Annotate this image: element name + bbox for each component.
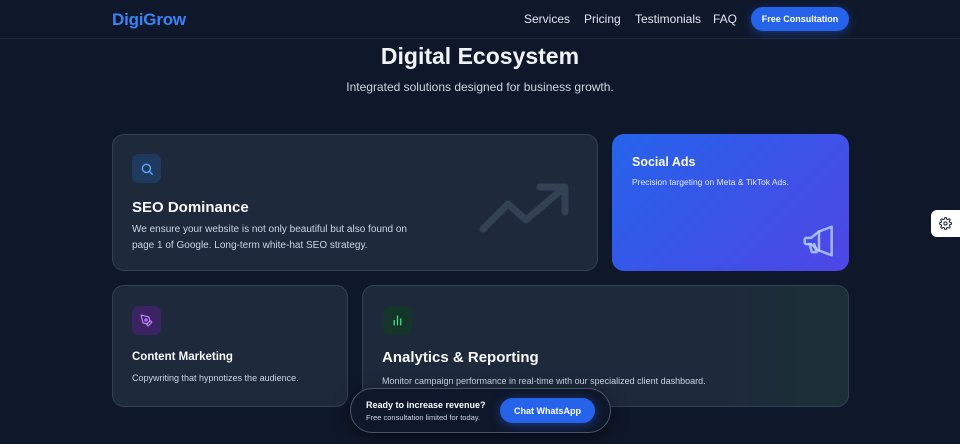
- social-ads-card-description: Precision targeting on Meta & TikTok Ads…: [632, 177, 789, 187]
- trend-up-icon: [479, 183, 569, 233]
- cta-bar-title: Ready to increase revenue?: [366, 400, 486, 410]
- free-consultation-button[interactable]: Free Consultation: [751, 7, 849, 31]
- seo-icon-box: [132, 154, 161, 183]
- analytics-card-description: Monitor campaign performance in real-tim…: [382, 376, 706, 386]
- gear-icon: [939, 217, 952, 230]
- analytics-icon-box: [383, 306, 412, 335]
- pen-tool-icon: [140, 314, 153, 327]
- seo-card[interactable]: SEO Dominance We ensure your website is …: [112, 134, 598, 271]
- section-title: Digital Ecosystem: [380, 43, 580, 69]
- bar-chart-icon: [393, 315, 402, 326]
- nav-link-services[interactable]: Services: [524, 12, 570, 26]
- content-marketing-card-title: Content Marketing: [132, 351, 233, 363]
- megaphone-icon: [803, 225, 833, 257]
- whatsapp-cta-bar: Ready to increase revenue? Free consulta…: [350, 388, 611, 433]
- seo-card-description: We ensure your website is not only beaut…: [132, 224, 407, 251]
- page: DigiGrow Services Pricing Testimonials F…: [0, 0, 960, 444]
- search-icon: [141, 163, 153, 175]
- content-marketing-card-description: Copywriting that hypnotizes the audience…: [132, 373, 299, 383]
- content-marketing-card[interactable]: Content Marketing Copywriting that hypno…: [112, 285, 348, 407]
- seo-card-title: SEO Dominance: [132, 199, 249, 216]
- nav-link-testimonials[interactable]: Testimonials: [635, 12, 701, 26]
- nav-link-faq[interactable]: FAQ: [713, 12, 737, 26]
- content-icon-box: [132, 306, 161, 335]
- settings-float-button[interactable]: [931, 210, 960, 237]
- cta-bar-subtitle: Free consultation limited for today.: [366, 413, 481, 422]
- social-ads-card[interactable]: Social Ads Precision targeting on Meta &…: [612, 134, 849, 271]
- social-ads-card-title: Social Ads: [632, 155, 696, 169]
- chat-whatsapp-button[interactable]: Chat WhatsApp: [500, 398, 595, 423]
- section-subtitle: Integrated solutions designed for busine…: [346, 80, 614, 94]
- nav-link-pricing[interactable]: Pricing: [584, 12, 621, 26]
- analytics-card-title: Analytics & Reporting: [382, 349, 539, 366]
- top-nav: DigiGrow Services Pricing Testimonials F…: [0, 0, 960, 39]
